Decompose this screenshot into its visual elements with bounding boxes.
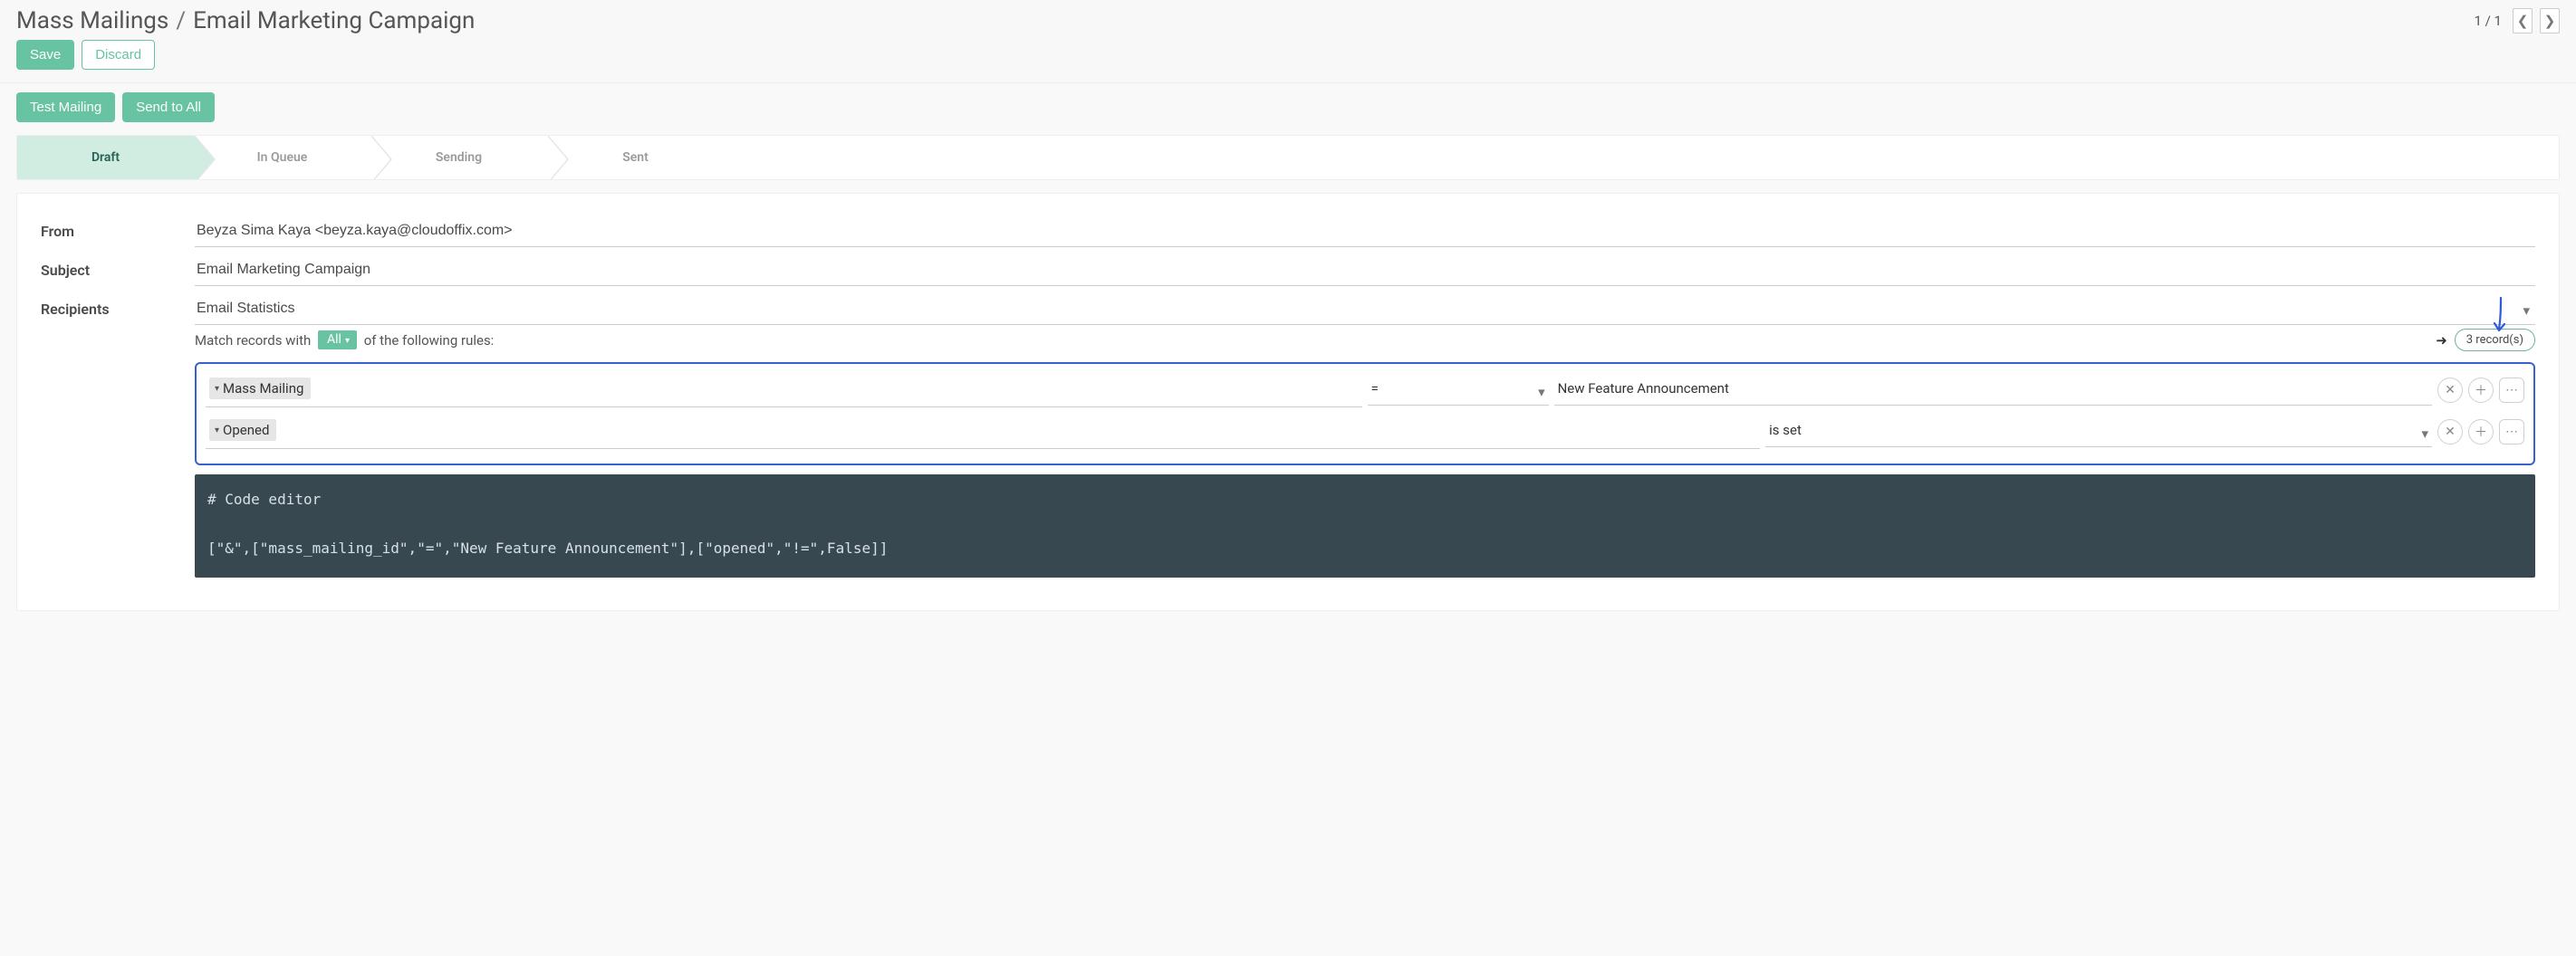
annotation-arrow-icon	[2490, 296, 2510, 334]
chevron-right-icon: ❯	[2544, 13, 2556, 29]
remove-filter-button[interactable]: ✕	[2437, 378, 2463, 403]
ellipsis-icon: ⋯	[2505, 425, 2518, 439]
ellipsis-icon: ⋯	[2505, 383, 2518, 397]
test-mailing-button[interactable]: Test Mailing	[16, 92, 115, 122]
filter-value-label: New Feature Announcement	[1558, 380, 1729, 397]
close-icon: ✕	[2445, 383, 2456, 397]
filter-match-row: Match records with All ▾ of the followin…	[195, 329, 2535, 351]
send-to-all-button[interactable]: Send to All	[122, 92, 215, 122]
from-input[interactable]	[195, 217, 2535, 247]
status-bar: Draft In Queue Sending Sent	[16, 135, 2560, 180]
filter-menu-button[interactable]: ⋯	[2499, 378, 2524, 403]
pager-prev-button[interactable]: ❮	[2513, 8, 2533, 33]
page-header: Mass Mailings / Email Marketing Campaign…	[0, 0, 2576, 38]
filter-menu-button[interactable]: ⋯	[2499, 419, 2524, 445]
filter-field-label: Opened	[223, 422, 269, 438]
chevron-down-icon: ▾	[1538, 384, 1545, 400]
caret-down-icon: ▾	[215, 425, 219, 435]
form-action-bar: Test Mailing Send to All	[16, 83, 2560, 135]
breadcrumb-current: Email Marketing Campaign	[193, 7, 475, 34]
form-card: From Subject Recipients ▾ Match rec	[16, 193, 2560, 611]
breadcrumb-root[interactable]: Mass Mailings	[16, 7, 168, 34]
subject-label: Subject	[41, 256, 195, 279]
pager: 1 / 1 ❮ ❯	[2475, 8, 2561, 33]
filter-field-tag[interactable]: ▾ Mass Mailing	[209, 378, 311, 399]
plus-icon: ＋	[2475, 423, 2487, 441]
status-step-draft[interactable]: Draft	[17, 136, 194, 179]
pager-next-button[interactable]: ❯	[2540, 8, 2560, 33]
subject-input[interactable]	[195, 256, 2535, 286]
filter-operator-label: is set	[1769, 422, 1802, 438]
code-editor[interactable]: # Code editor ["&",["mass_mailing_id","=…	[195, 474, 2535, 578]
chevron-down-icon: ▾	[2421, 425, 2428, 442]
header-actions: Save Discard	[0, 38, 2576, 82]
match-selector[interactable]: All ▾	[318, 330, 357, 349]
code-editor-body: ["&",["mass_mailing_id","=","New Feature…	[207, 540, 888, 557]
filter-operator-cell[interactable]: is set ▾	[1765, 416, 2432, 447]
match-prefix: Match records with	[195, 332, 314, 349]
pager-count: 1 / 1	[2475, 13, 2503, 29]
recipients-input[interactable]	[195, 295, 2535, 325]
match-suffix: of the following rules:	[360, 332, 494, 349]
filter-box: ▾ Mass Mailing = ▾ New Feature Announcem…	[195, 362, 2535, 465]
caret-down-icon: ▾	[345, 336, 350, 346]
plus-icon: ＋	[2475, 381, 2487, 399]
filter-operator-cell[interactable]: = ▾	[1368, 375, 1549, 406]
filter-field-cell[interactable]: ▾ Opened	[206, 415, 1760, 449]
breadcrumb-sep: /	[176, 7, 186, 34]
match-selector-label: All	[327, 332, 341, 347]
recipients-select[interactable]: ▾	[195, 295, 2535, 325]
chevron-left-icon: ❮	[2517, 13, 2529, 29]
code-editor-comment: # Code editor	[207, 491, 321, 508]
status-step-sent[interactable]: Sent	[547, 136, 724, 179]
status-step-in-queue[interactable]: In Queue	[194, 136, 370, 179]
save-button[interactable]: Save	[16, 40, 74, 70]
filter-value-cell[interactable]: New Feature Announcement	[1554, 375, 2432, 406]
remove-filter-button[interactable]: ✕	[2437, 419, 2463, 445]
filter-field-cell[interactable]: ▾ Mass Mailing	[206, 373, 1362, 407]
add-filter-button[interactable]: ＋	[2468, 378, 2494, 403]
add-filter-button[interactable]: ＋	[2468, 419, 2494, 445]
filter-field-label: Mass Mailing	[223, 380, 303, 397]
breadcrumb: Mass Mailings / Email Marketing Campaign	[16, 7, 475, 34]
close-icon: ✕	[2445, 425, 2456, 439]
discard-button[interactable]: Discard	[82, 40, 155, 70]
arrow-right-icon: ➜	[2436, 332, 2447, 349]
recipients-label: Recipients	[41, 295, 195, 318]
filter-row: ▾ Opened is set ▾ ✕ ＋ ⋯	[206, 415, 2524, 449]
filter-field-tag[interactable]: ▾ Opened	[209, 419, 276, 441]
status-step-sending[interactable]: Sending	[370, 136, 547, 179]
filter-row: ▾ Mass Mailing = ▾ New Feature Announcem…	[206, 373, 2524, 407]
filter-operator-label: =	[1371, 380, 1379, 397]
chevron-down-icon: ▾	[2523, 302, 2530, 319]
from-label: From	[41, 217, 195, 240]
caret-down-icon: ▾	[215, 384, 219, 394]
